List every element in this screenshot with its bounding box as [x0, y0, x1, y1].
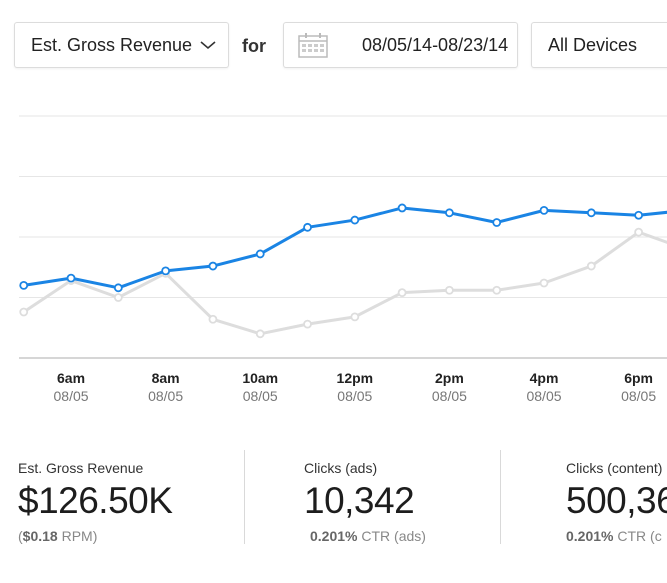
- x-tick-time: 10am: [242, 370, 278, 386]
- series-line: [23, 206, 667, 290]
- x-tick-date: 08/05: [526, 388, 561, 404]
- x-tick-time: 8am: [152, 370, 180, 386]
- series-line: [22, 230, 667, 336]
- stat-value: $126.50K: [18, 480, 173, 521]
- data-point: [350, 215, 360, 225]
- data-point: [634, 210, 644, 220]
- stat-sub-bold: 0.201%: [566, 528, 614, 544]
- x-tick-date: 08/05: [243, 388, 278, 404]
- data-point: [586, 261, 596, 271]
- x-tick-time: 6am: [57, 370, 85, 386]
- data-point: [161, 266, 171, 276]
- data-point: [397, 288, 407, 298]
- stat-divider: [244, 450, 245, 544]
- revenue-line-chart: 6am 08/05 8am 08/05 10am 08/05 12pm 08/05 2pm 08/…: [19, 115, 667, 404]
- stat-value: 500,36: [566, 480, 667, 521]
- data-point: [19, 280, 29, 290]
- data-point: [492, 285, 502, 295]
- stat-label: Est. Gross Revenue: [18, 460, 144, 476]
- data-point: [66, 273, 76, 283]
- x-tick-time: 2pm: [435, 370, 464, 386]
- data-point: [445, 208, 454, 218]
- stat-sub: ($0.18 RPM): [18, 528, 98, 544]
- data-point: [113, 283, 123, 293]
- data-point: [19, 307, 29, 317]
- stat-clicks-content: Clicks (content) 500,36 0.201% CTR (c: [566, 450, 667, 545]
- data-point: [350, 312, 360, 322]
- stat-clicks-ads: Clicks (ads) 10,342 0.201% CTR (ads): [304, 450, 494, 545]
- stat-label: Clicks (content): [566, 460, 663, 476]
- data-point: [208, 261, 218, 271]
- stat-sub-bold: $0.18: [22, 528, 58, 544]
- x-tick-time: 4pm: [530, 370, 559, 386]
- x-tick-date: 08/05: [337, 388, 372, 404]
- data-point: [492, 218, 502, 227]
- stat-label: Clicks (ads): [304, 460, 378, 476]
- stat-gross-revenue: Est. Gross Revenue $126.50K ($0.18 RPM): [18, 450, 238, 545]
- data-point: [634, 227, 644, 237]
- data-point: [445, 285, 454, 295]
- x-tick-date: 08/05: [148, 388, 183, 404]
- data-point: [255, 249, 265, 259]
- analytics-dashboard: Est. Gross Revenue for 08/05/14-08/23/14…: [0, 0, 667, 583]
- data-point: [586, 208, 596, 218]
- data-point: [113, 293, 123, 302]
- x-tick-time: 12pm: [337, 370, 374, 386]
- x-tick-date: 08/05: [54, 388, 89, 404]
- stat-divider: [500, 450, 501, 544]
- stat-sub: 0.201% CTR (ads): [310, 528, 426, 544]
- x-tick-time: 6pm: [624, 370, 653, 386]
- data-point: [397, 203, 407, 213]
- data-point: [539, 278, 549, 288]
- data-point: [539, 205, 549, 215]
- data-point: [255, 329, 265, 339]
- data-point: [303, 222, 312, 232]
- x-tick-date: 08/05: [621, 388, 656, 404]
- data-point: [303, 319, 312, 329]
- stat-value: 10,342: [304, 480, 415, 521]
- stat-sub-bold: 0.201%: [310, 528, 358, 544]
- data-point: [208, 314, 218, 324]
- x-tick-date: 08/05: [432, 388, 467, 404]
- stat-sub: 0.201% CTR (c: [566, 528, 662, 544]
